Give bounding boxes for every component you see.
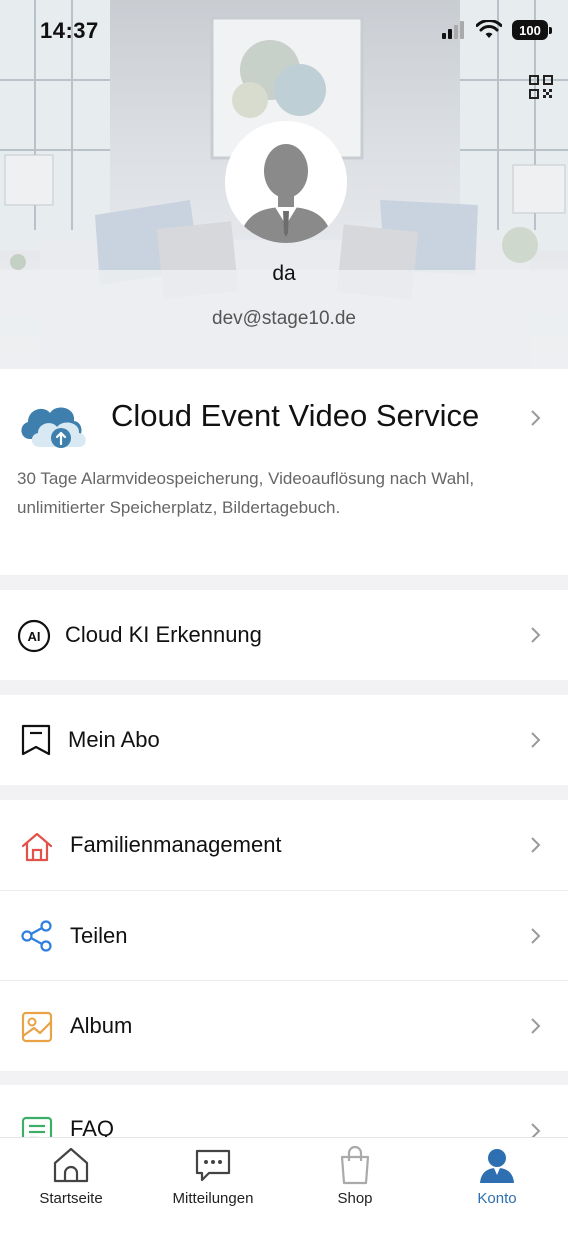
menu-item-subscription[interactable]: Mein Abo bbox=[0, 695, 568, 785]
cellular-signal-icon bbox=[442, 21, 464, 39]
chevron-right-icon bbox=[531, 732, 541, 748]
chat-bubble-icon bbox=[195, 1149, 231, 1182]
profile-username: da bbox=[272, 262, 296, 285]
tab-label-messages: Mitteilungen bbox=[172, 1190, 254, 1207]
tab-label-home: Startseite bbox=[39, 1190, 103, 1207]
wifi-icon bbox=[476, 20, 502, 38]
ai-badge-icon: AI bbox=[17, 619, 51, 653]
album-icon bbox=[21, 1011, 53, 1043]
battery-indicator: 100 bbox=[512, 20, 552, 40]
bookmark-icon bbox=[21, 724, 51, 756]
status-time: 14:37 bbox=[40, 18, 99, 43]
profile-header: 14:37 100 da dev@stage10.de bbox=[0, 0, 568, 368]
cloud-upload-icon bbox=[21, 407, 86, 448]
menu-item-family[interactable]: Familienmanagement bbox=[0, 800, 568, 890]
tab-label-shop: Shop bbox=[337, 1190, 373, 1207]
tab-account[interactable]: Konto bbox=[426, 1138, 568, 1238]
person-tab-icon bbox=[480, 1149, 514, 1183]
menu-label-family: Familienmanagement bbox=[70, 832, 282, 857]
ai-badge-text: AI bbox=[28, 629, 41, 644]
menu-item-album[interactable]: Album bbox=[0, 981, 568, 1071]
chevron-right-icon bbox=[531, 928, 541, 944]
tab-home[interactable]: Startseite bbox=[0, 1138, 142, 1238]
tab-shop[interactable]: Shop bbox=[284, 1138, 426, 1238]
chevron-right-icon bbox=[531, 627, 541, 643]
default-user-icon bbox=[225, 121, 347, 243]
qr-code-icon[interactable] bbox=[528, 74, 554, 100]
home-icon bbox=[21, 832, 53, 862]
menu-label-ai-detection: Cloud KI Erkennung bbox=[65, 622, 262, 647]
bottom-tab-bar: Startseite Mitteilungen Shop Konto bbox=[0, 1137, 568, 1238]
menu-item-share[interactable]: Teilen bbox=[0, 891, 568, 981]
status-bar: 14:37 100 bbox=[0, 0, 568, 60]
shopping-bag-icon bbox=[340, 1145, 370, 1185]
tab-messages[interactable]: Mitteilungen bbox=[142, 1138, 284, 1238]
cloud-service-title: Cloud Event Video Service bbox=[111, 398, 480, 433]
menu-label-subscription: Mein Abo bbox=[68, 727, 160, 752]
share-icon bbox=[21, 920, 52, 952]
avatar[interactable] bbox=[225, 121, 347, 243]
profile-email: dev@stage10.de bbox=[212, 308, 356, 329]
menu-label-album: Album bbox=[70, 1013, 133, 1038]
home-tab-icon bbox=[53, 1147, 89, 1183]
chevron-right-icon bbox=[531, 1018, 541, 1034]
menu-item-ai-detection[interactable]: AI Cloud KI Erkennung bbox=[0, 590, 568, 680]
chevron-right-icon bbox=[531, 410, 541, 426]
menu-label-share: Teilen bbox=[70, 923, 128, 948]
tab-label-account: Konto bbox=[477, 1190, 517, 1207]
cloud-service-description: 30 Tage Alarmvideospeicherung, Videoaufl… bbox=[17, 469, 475, 517]
chevron-right-icon bbox=[531, 837, 541, 853]
